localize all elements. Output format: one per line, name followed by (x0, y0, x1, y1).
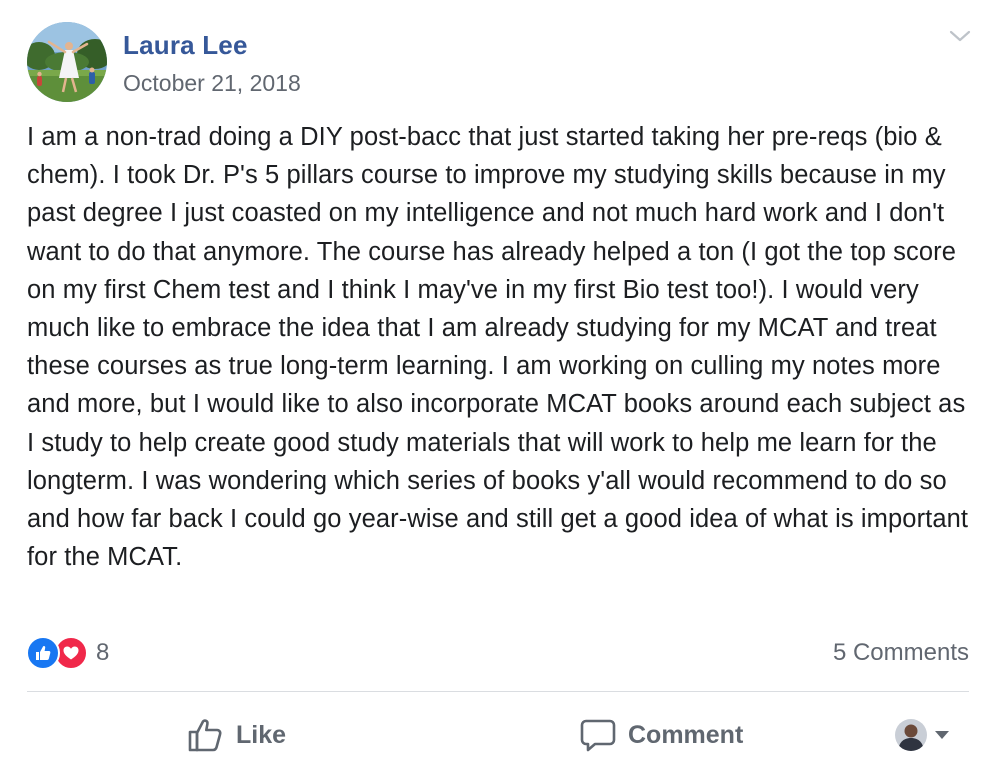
like-reaction-icon (26, 636, 60, 670)
post-timestamp[interactable]: October 21, 2018 (123, 70, 301, 97)
author-name[interactable]: Laura Lee (123, 30, 248, 61)
avatar-photo (27, 22, 107, 102)
reaction-count: 8 (96, 639, 110, 666)
like-button-label: Like (236, 720, 287, 749)
action-bar-divider (27, 691, 969, 692)
comment-button[interactable]: Comment (580, 712, 743, 758)
comment-button-label: Comment (628, 720, 744, 749)
caret-down-icon (935, 731, 949, 739)
author-avatar[interactable] (27, 22, 107, 102)
post-body-text: I am a non-trad doing a DIY post-bacc th… (27, 123, 969, 572)
reactions-summary[interactable]: 8 (26, 636, 109, 670)
comments-count-link[interactable]: 5 Comments (833, 639, 969, 667)
facebook-post: Laura Lee October 21, 2018 I am a non-tr… (0, 0, 990, 768)
post-options-chevron-icon[interactable] (947, 26, 973, 46)
like-button[interactable]: Like (186, 712, 286, 758)
thumbs-up-icon (188, 719, 222, 752)
user-avatar (895, 719, 927, 751)
reaction-identity-selector[interactable] (895, 718, 950, 752)
comment-bubble-icon (580, 719, 616, 752)
